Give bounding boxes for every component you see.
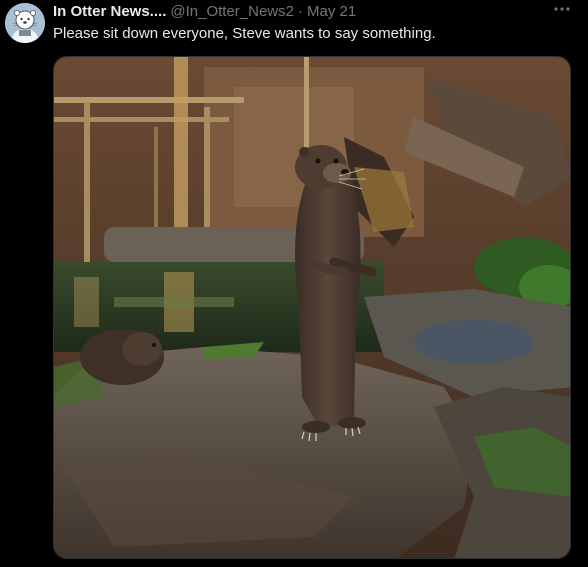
- otter-avatar-icon: [5, 3, 45, 43]
- tweet-date[interactable]: May 21: [307, 3, 356, 21]
- tweet-header: In Otter News.... @In_Otter_News2 · May …: [53, 3, 356, 21]
- more-horizontal-icon[interactable]: [552, 2, 572, 16]
- user-handle[interactable]: @In_Otter_News2: [170, 3, 294, 21]
- tweet[interactable]: In Otter News.... @In_Otter_News2 · May …: [0, 0, 588, 567]
- otter-photo: [54, 57, 570, 558]
- display-name[interactable]: In Otter News....: [53, 3, 166, 21]
- tweet-media-photo[interactable]: [53, 56, 571, 559]
- avatar[interactable]: [5, 3, 45, 43]
- separator-dot: ·: [297, 3, 303, 20]
- tweet-text: Please sit down everyone, Steve wants to…: [53, 25, 436, 42]
